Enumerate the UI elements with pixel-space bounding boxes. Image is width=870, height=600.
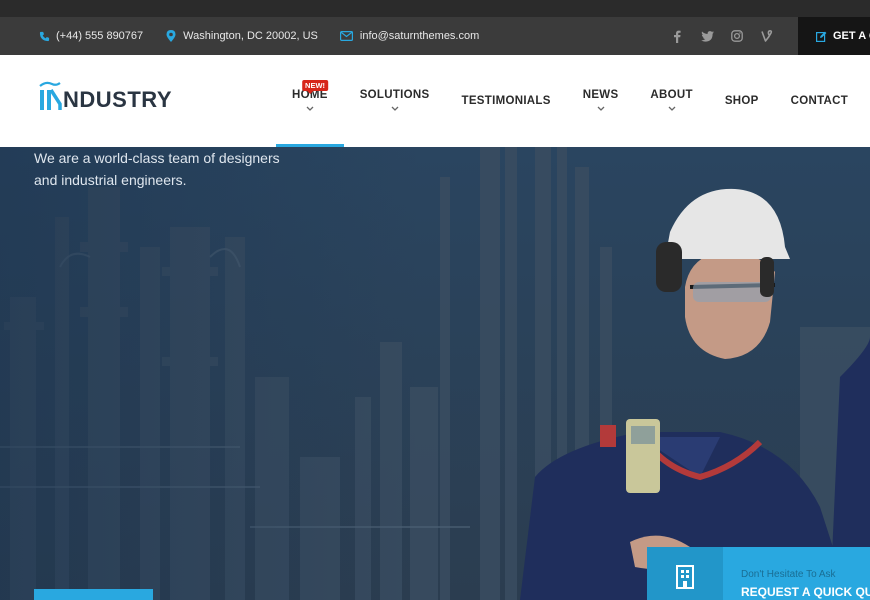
hero-tagline-line2: and industrial engineers. (34, 172, 187, 188)
instagram-icon[interactable] (730, 29, 744, 43)
site-logo[interactable]: NDUSTRY (38, 81, 172, 111)
hero-cta-button[interactable] (34, 589, 153, 600)
chevron-down-icon (305, 105, 315, 113)
hero-background-image (0, 147, 870, 600)
edit-icon (816, 31, 827, 42)
phone-info[interactable]: (+44) 555 890767 (38, 30, 143, 42)
chevron-down-icon (390, 105, 400, 113)
logo-text: NDUSTRY (63, 87, 173, 112)
hero-tagline-line1: We are a world-class team of designers (34, 150, 280, 166)
new-badge: NEW! (302, 80, 329, 94)
main-nav: NEW! HOME SOLUTIONS TESTIMONIALS NEWS AB… (276, 55, 864, 147)
address-text: Washington, DC 20002, US (183, 30, 318, 42)
site-header: NDUSTRY NEW! HOME SOLUTIONS TESTIMONIALS… (0, 55, 870, 147)
nav-item-testimonials[interactable]: TESTIMONIALS (446, 55, 567, 147)
nav-label-shop: SHOP (724, 95, 759, 107)
phone-text: (+44) 555 890767 (56, 30, 144, 42)
get-a-quote-button[interactable]: GET A Q (798, 17, 870, 55)
logo-mark-icon (38, 81, 62, 111)
nav-item-solutions[interactable]: SOLUTIONS (344, 55, 446, 147)
info-bar: (+44) 555 890767 Washington, DC 20002, U… (0, 17, 870, 55)
hero-section: We are a world-class team of designers a… (0, 147, 870, 600)
building-icon (647, 547, 723, 600)
twitter-icon[interactable] (700, 29, 714, 43)
quick-quote-title: REQUEST A QUICK QU (741, 585, 870, 599)
nav-item-home[interactable]: NEW! HOME (276, 55, 344, 147)
nav-label-contact: CONTACT (790, 95, 849, 107)
nav-label-about: ABOUT (650, 89, 693, 101)
vine-icon[interactable] (760, 29, 774, 43)
request-quote-box[interactable]: Don't Hesitate To Ask REQUEST A QUICK QU (647, 547, 870, 600)
nav-item-contact[interactable]: CONTACT (775, 55, 864, 147)
nav-item-news[interactable]: NEWS (567, 55, 635, 147)
get-a-quote-label: GET A Q (833, 30, 870, 42)
nav-label-news: NEWS (582, 89, 619, 101)
chevron-down-icon (667, 105, 677, 113)
nav-label-solutions: SOLUTIONS (359, 89, 430, 101)
hero-tagline: We are a world-class team of designers a… (34, 147, 334, 191)
top-strip (0, 0, 870, 17)
quick-quote-subtitle: Don't Hesitate To Ask (741, 569, 836, 580)
facebook-icon[interactable] (670, 29, 684, 43)
nav-label-testimonials: TESTIMONIALS (461, 95, 551, 107)
phone-icon (38, 30, 50, 42)
email-info[interactable]: info@saturnthemes.com (340, 30, 479, 42)
email-text: info@saturnthemes.com (359, 30, 480, 42)
social-links (670, 17, 774, 55)
envelope-icon (340, 30, 354, 42)
nav-item-shop[interactable]: SHOP (709, 55, 775, 147)
nav-item-about[interactable]: ABOUT (634, 55, 708, 147)
map-pin-icon (165, 30, 177, 42)
address-info[interactable]: Washington, DC 20002, US (165, 30, 318, 42)
chevron-down-icon (596, 105, 606, 113)
